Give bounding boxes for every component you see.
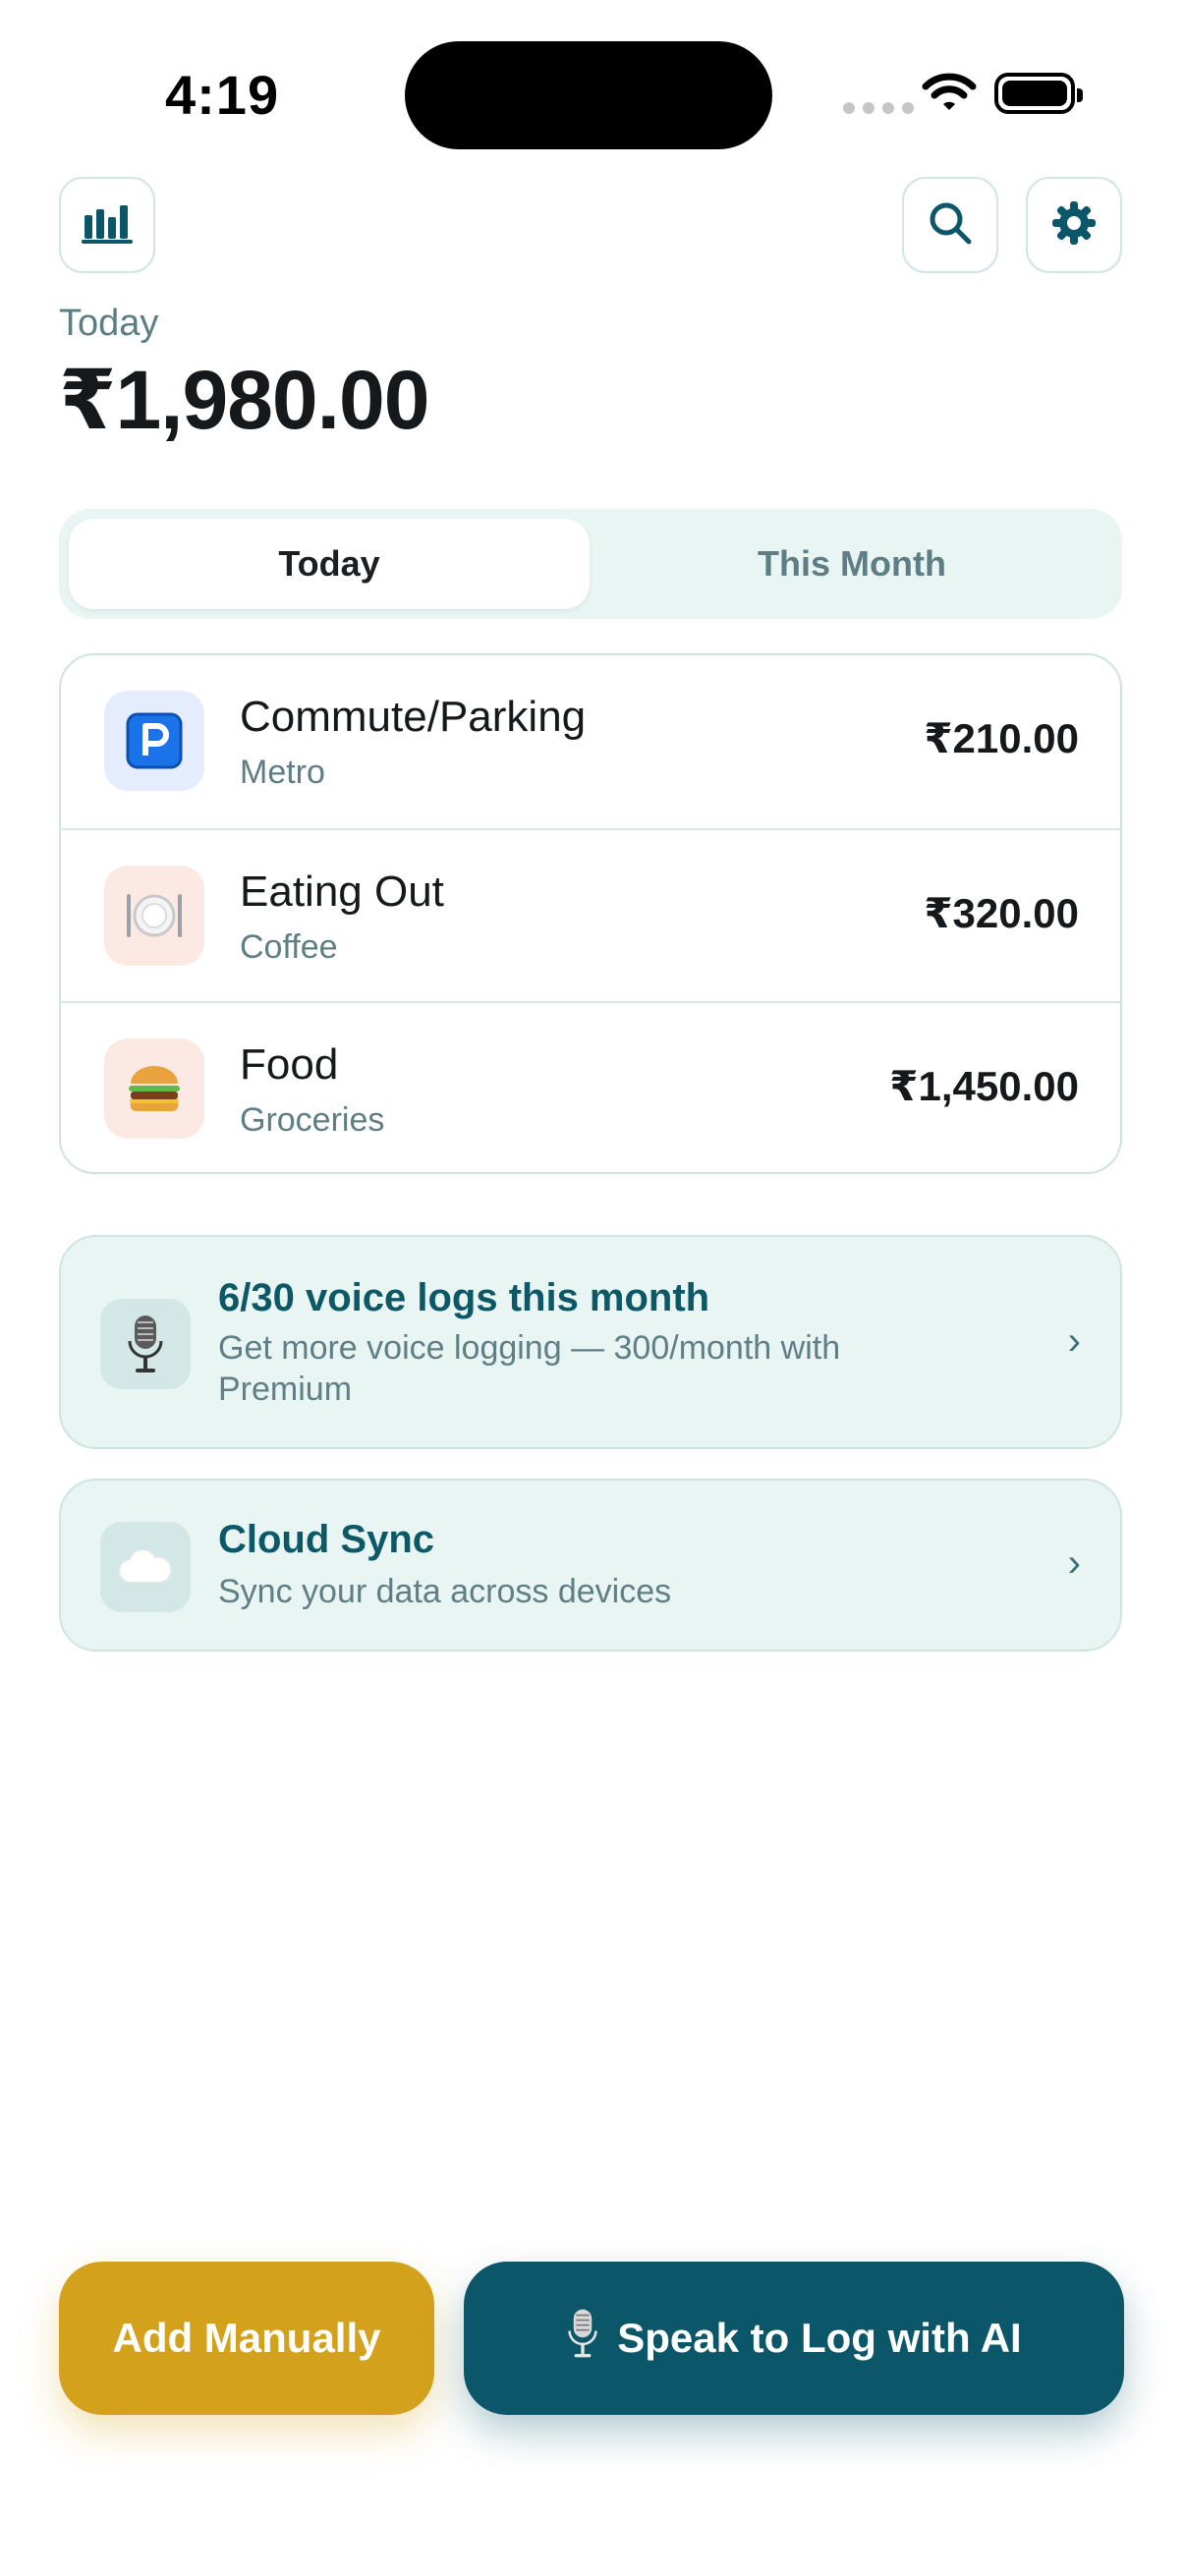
battery-icon <box>994 73 1083 114</box>
expense-amount: ₹320.00 <box>924 890 1079 936</box>
expense-row[interactable]: Food Groceries ₹1,450.00 <box>61 1001 1120 1172</box>
tab-today[interactable]: Today <box>69 519 590 609</box>
chevron-right-icon: › <box>1067 1319 1081 1363</box>
microphone-icon <box>100 1299 191 1389</box>
gear-icon <box>1049 198 1099 252</box>
expense-title: Eating Out <box>240 868 444 916</box>
expense-row[interactable]: Eating Out Coffee ₹320.00 <box>61 828 1120 1001</box>
add-manually-button[interactable]: Add Manually <box>59 2262 434 2415</box>
cloud-sync-card[interactable]: Cloud Sync Sync your data across devices… <box>59 1479 1122 1652</box>
expense-row[interactable]: Commute/Parking Metro ₹210.00 <box>61 655 1120 828</box>
expense-title: Food <box>240 1040 339 1089</box>
settings-button[interactable] <box>1026 177 1122 273</box>
speak-to-log-label: Speak to Log with AI <box>617 2315 1022 2361</box>
expense-subtitle: Metro <box>240 754 325 791</box>
cloud-sync-subtitle: Sync your data across devices <box>218 1573 672 1610</box>
status-time: 4:19 <box>165 64 280 126</box>
voice-logs-upsell-text: Get more voice logging — 300/month with … <box>218 1329 841 1408</box>
period-label: Today <box>59 303 159 344</box>
search-icon <box>928 200 973 251</box>
bar-chart-icon <box>82 201 133 250</box>
dynamic-island <box>405 41 772 149</box>
stats-button[interactable] <box>59 177 155 273</box>
expense-subtitle: Coffee <box>240 928 338 966</box>
expense-list: Commute/Parking Metro ₹210.00 Eating Out… <box>59 653 1122 1174</box>
chevron-right-icon: › <box>1067 1541 1081 1585</box>
cloud-icon <box>100 1522 191 1612</box>
speak-to-log-button[interactable]: Speak to Log with AI <box>464 2262 1124 2415</box>
cellular-signal-icon <box>843 102 914 114</box>
expense-amount: ₹1,450.00 <box>889 1063 1079 1109</box>
burger-icon <box>104 1038 204 1139</box>
wifi-icon <box>922 71 977 119</box>
plate-cutlery-icon <box>104 866 204 966</box>
cloud-sync-title: Cloud Sync <box>218 1518 435 1561</box>
total-amount: ₹1,980.00 <box>59 354 429 446</box>
parking-icon <box>104 691 204 791</box>
voice-logs-upsell-card[interactable]: 6/30 voice logs this month Get more voic… <box>59 1235 1122 1449</box>
tab-this-month[interactable]: This Month <box>592 519 1112 609</box>
expense-title: Commute/Parking <box>240 693 587 741</box>
expense-amount: ₹210.00 <box>924 715 1079 761</box>
search-button[interactable] <box>902 177 998 273</box>
voice-logs-count: 6/30 voice logs this month <box>218 1276 710 1319</box>
expense-subtitle: Groceries <box>240 1101 385 1139</box>
microphone-icon <box>566 2308 599 2369</box>
